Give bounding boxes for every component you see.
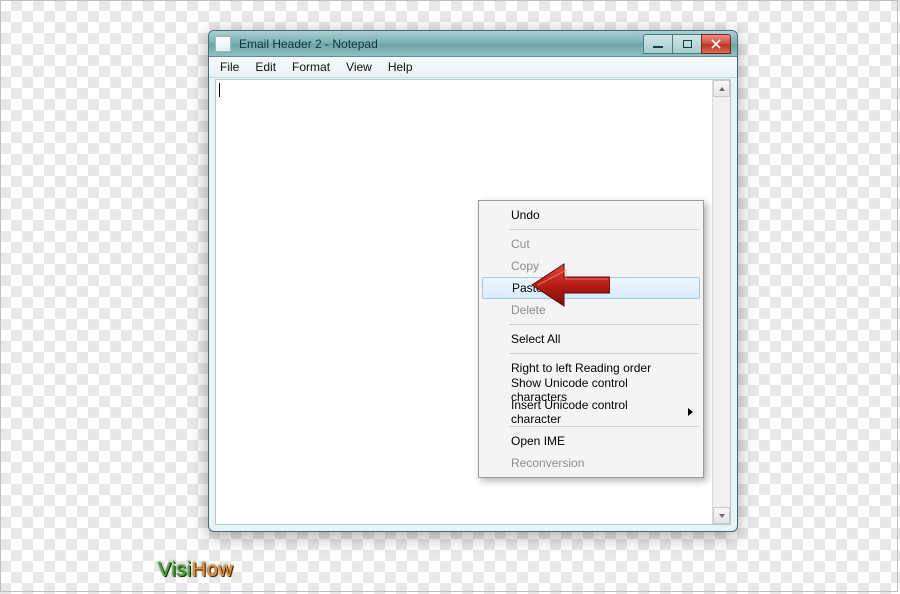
context-menu-item-label: Right to left Reading order: [511, 361, 651, 375]
submenu-arrow-icon: [688, 408, 693, 416]
window-title: Email Header 2 - Notepad: [237, 37, 638, 51]
scroll-down-button[interactable]: [713, 507, 730, 524]
context-menu-item-label: Select All: [511, 332, 560, 346]
menu-edit[interactable]: Edit: [248, 58, 283, 76]
notepad-icon: [215, 36, 231, 52]
watermark-part1: Visi: [158, 559, 192, 581]
close-icon: [711, 39, 721, 49]
visihow-watermark: VisiHow: [158, 559, 233, 582]
chevron-down-icon: [718, 512, 726, 520]
context-menu-item-delete: Delete: [481, 299, 701, 321]
menu-file[interactable]: File: [213, 58, 246, 76]
context-menu-item-label: Open IME: [511, 434, 565, 448]
context-menu-item-cut: Cut: [481, 233, 701, 255]
context-menu-separator: [509, 426, 699, 427]
vertical-scrollbar[interactable]: [712, 80, 730, 524]
close-button[interactable]: [701, 34, 731, 54]
menubar: File Edit Format View Help: [209, 57, 737, 78]
context-menu-item-label: Copy: [511, 259, 539, 273]
context-menu-item-select-all[interactable]: Select All: [481, 328, 701, 350]
context-menu: Undo Cut Copy Paste Delete Select All Right to…: [478, 200, 704, 478]
scroll-up-button[interactable]: [713, 80, 730, 97]
text-caret: [219, 83, 220, 97]
scroll-track[interactable]: [713, 97, 730, 507]
context-menu-separator: [509, 353, 699, 354]
chevron-up-icon: [718, 85, 726, 93]
context-menu-item-label: Insert Unicode control character: [511, 398, 675, 426]
watermark-part2: How: [192, 559, 234, 581]
context-menu-item-reconversion: Reconversion: [481, 452, 701, 474]
titlebar[interactable]: Email Header 2 - Notepad: [209, 31, 737, 57]
context-menu-item-label: Reconversion: [511, 456, 584, 470]
menu-format[interactable]: Format: [285, 58, 337, 76]
context-menu-separator: [509, 229, 699, 230]
context-menu-item-label: Cut: [511, 237, 530, 251]
minimize-button[interactable]: [643, 34, 673, 54]
context-menu-item-label: Paste: [512, 281, 543, 295]
menu-view[interactable]: View: [339, 58, 379, 76]
context-menu-item-label: Undo: [511, 208, 540, 222]
window-controls: [644, 34, 731, 54]
context-menu-item-paste[interactable]: Paste: [482, 277, 700, 299]
context-menu-item-copy: Copy: [481, 255, 701, 277]
context-menu-item-undo[interactable]: Undo: [481, 204, 701, 226]
maximize-button[interactable]: [672, 34, 702, 54]
context-menu-item-insert-unicode-control-character[interactable]: Insert Unicode control character: [481, 401, 701, 423]
context-menu-item-label: Delete: [511, 303, 546, 317]
context-menu-separator: [509, 324, 699, 325]
context-menu-item-open-ime[interactable]: Open IME: [481, 430, 701, 452]
menu-help[interactable]: Help: [381, 58, 420, 76]
